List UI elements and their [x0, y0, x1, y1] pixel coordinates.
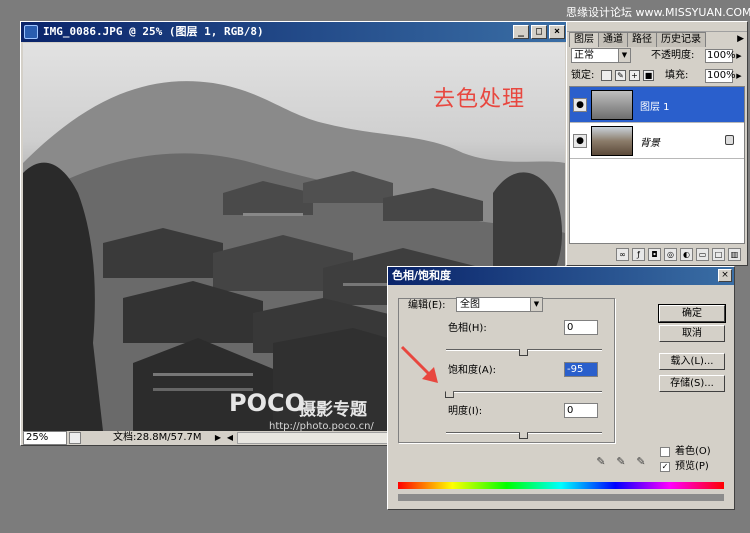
input-color-spectrum	[398, 482, 724, 489]
annotation-arrow-icon	[400, 345, 438, 383]
saturation-slider-track[interactable]	[446, 391, 602, 393]
maximize-button[interactable]: □	[531, 25, 547, 39]
eyedropper-plus-icon[interactable]: ✎	[614, 455, 628, 469]
eyedropper-icon[interactable]: ✎	[594, 455, 608, 469]
dialog-title: 色相/饱和度	[392, 269, 452, 282]
dialog-close-button[interactable]: ×	[718, 269, 732, 282]
colorize-checkbox[interactable]	[660, 447, 670, 457]
layer-name: 图层 1	[640, 102, 670, 113]
dialog-title-bar[interactable]: 色相/饱和度	[388, 267, 734, 285]
set-icon[interactable]: ◎	[664, 248, 677, 261]
document-title-bar[interactable]: IMG_0086.JPG @ 25% (图层 1, RGB/8) _ □ ×	[21, 22, 567, 42]
overlay-title: 去色处理	[433, 87, 526, 112]
fill-label: 填充:	[665, 70, 689, 81]
layer-row-layer1[interactable]: ● 图层 1	[570, 87, 744, 123]
photoshop-icon	[24, 25, 38, 39]
trash-icon[interactable]: ▥	[728, 248, 741, 261]
lock-label: 锁定:	[571, 70, 595, 81]
layers-panel: 图层 通道 路径 历史记录 ▶ 正常 ▼ 不透明度: 100% ▶ 锁定: ✎ …	[566, 21, 748, 266]
panel-grip[interactable]	[567, 22, 747, 32]
panel-menu-icon[interactable]: ▶	[737, 34, 744, 44]
saturation-label: 饱和度(A):	[448, 365, 497, 376]
lock-transparency-icon[interactable]	[601, 70, 612, 81]
panel-tabs: 图层 通道 路径 历史记录	[569, 32, 706, 47]
tab-channels[interactable]: 通道	[598, 32, 628, 47]
colorize-label: 着色(O)	[675, 446, 711, 457]
lock-position-icon[interactable]: +	[629, 70, 640, 81]
load-button[interactable]: 载入(L)...	[659, 353, 725, 370]
layer-thumbnail	[591, 90, 633, 120]
opacity-label: 不透明度:	[651, 50, 695, 61]
layer-thumbnail	[591, 126, 633, 156]
save-button[interactable]: 存储(S)...	[659, 375, 725, 392]
fill-field[interactable]: 100%	[705, 69, 736, 83]
close-button[interactable]: ×	[549, 25, 565, 39]
poco-url: http://photo.poco.cn/	[269, 421, 374, 431]
layer-row-background[interactable]: ● 背景	[570, 123, 744, 159]
output-color-spectrum	[398, 494, 724, 501]
folder-icon[interactable]: ▭	[696, 248, 709, 261]
hue-label: 色相(H):	[448, 323, 487, 334]
lock-all-icon[interactable]: ■	[643, 70, 654, 81]
edit-select-value: 全图	[460, 299, 480, 310]
lightness-field[interactable]: 0	[564, 403, 598, 418]
visibility-eye-icon[interactable]: ●	[573, 134, 587, 148]
blend-mode-select[interactable]: 正常 ▼	[571, 48, 631, 63]
style-icon[interactable]: ƒ	[632, 248, 645, 261]
opacity-field[interactable]: 100%	[705, 49, 736, 63]
layer-name: 背景	[640, 138, 660, 149]
opacity-arrow-icon[interactable]: ▶	[735, 49, 743, 63]
chevron-down-icon: ▼	[530, 298, 542, 311]
preview-checkbox[interactable]: ✓	[660, 462, 670, 472]
poco-logo: POCO	[229, 389, 306, 417]
adjust-icon[interactable]: ◐	[680, 248, 693, 261]
watermark-site: 思缘设计论坛 www.MISSYUAN.COM	[566, 6, 750, 19]
visibility-eye-icon[interactable]: ●	[573, 98, 587, 112]
minimize-button[interactable]: _	[513, 25, 529, 39]
hue-field[interactable]: 0	[564, 320, 598, 335]
poco-title: 摄影专题	[299, 400, 367, 420]
preview-label: 预览(P)	[675, 461, 709, 472]
link-icon[interactable]: ∞	[616, 248, 629, 261]
chevron-down-icon: ▼	[618, 49, 630, 62]
layers-list: ● 图层 1 ● 背景	[569, 86, 745, 244]
lock-image-icon[interactable]: ✎	[615, 70, 626, 81]
edit-label: 编辑(E):	[406, 299, 448, 312]
zoom-field[interactable]: 25%	[23, 431, 67, 445]
saturation-field[interactable]: -95	[564, 362, 598, 377]
mask-icon[interactable]: ◘	[648, 248, 661, 261]
document-title: IMG_0086.JPG @ 25% (图层 1, RGB/8)	[43, 25, 264, 38]
blend-mode-value: 正常	[574, 50, 594, 61]
fill-arrow-icon[interactable]: ▶	[735, 69, 743, 83]
status-menu-arrow-icon[interactable]: ▶	[213, 432, 223, 444]
tab-layers[interactable]: 图层	[569, 32, 599, 47]
cancel-button[interactable]: 取消	[659, 325, 725, 342]
lightness-label: 明度(I):	[448, 406, 483, 417]
panel-bottom-toolbar: ∞ ƒ ◘ ◎ ◐ ▭ □ ▥	[569, 248, 745, 264]
tab-history[interactable]: 历史记录	[656, 32, 706, 47]
tab-paths[interactable]: 路径	[627, 32, 657, 47]
zoom-icon[interactable]	[69, 432, 81, 444]
new-layer-icon[interactable]: □	[712, 248, 725, 261]
eyedropper-minus-icon[interactable]: ✎	[634, 455, 648, 469]
ok-button[interactable]: 确定	[658, 304, 726, 323]
lock-icon	[725, 135, 734, 145]
doc-info[interactable]: 文档:28.8M/57.7M	[113, 431, 202, 445]
edit-select[interactable]: 全图 ▼	[456, 297, 543, 312]
scroll-left-arrow-icon[interactable]: ◀	[225, 432, 235, 444]
